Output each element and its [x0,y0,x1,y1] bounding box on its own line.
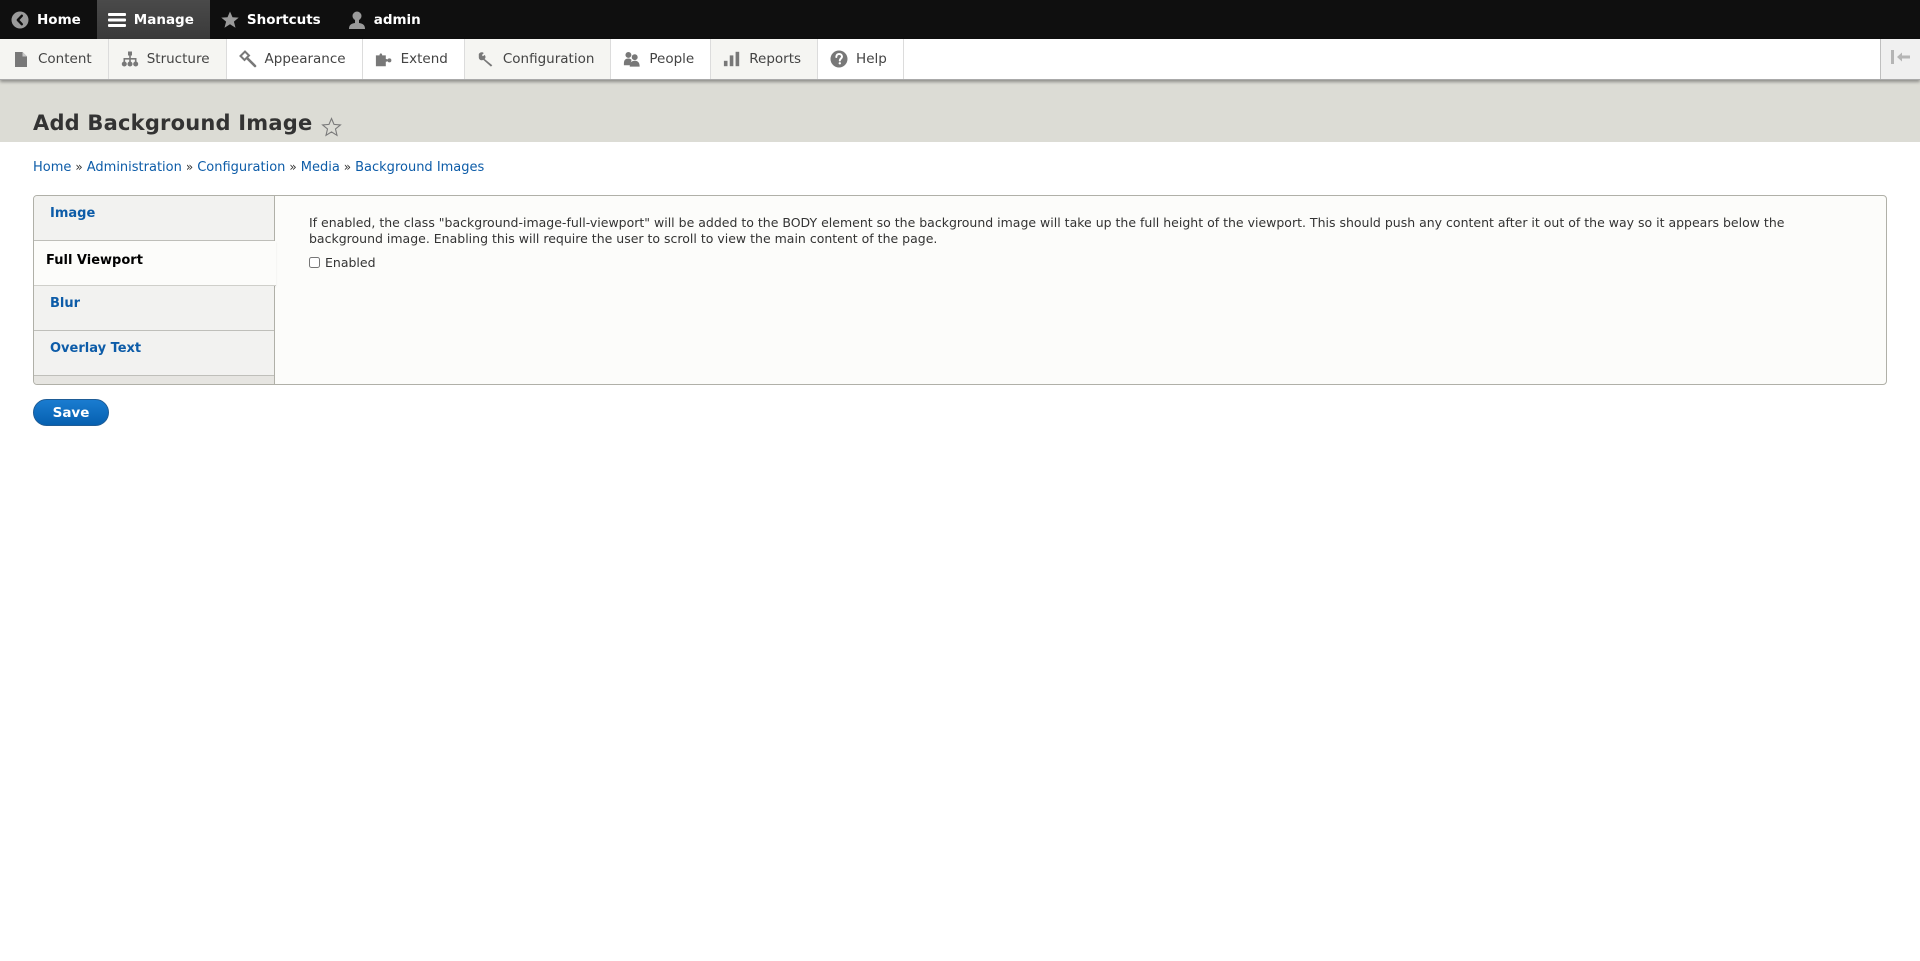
breadcrumb-home[interactable]: Home [33,160,71,175]
tray-item-people[interactable]: People [611,39,712,79]
tray-item-help-label: Help [856,51,887,67]
vertical-tabs: Image Full Viewport Blur Overlay Text If… [33,195,1887,385]
shortcut-star-icon[interactable] [321,117,343,137]
breadcrumb-separator: » [75,160,83,174]
tray-item-extend-label: Extend [400,51,448,67]
hamburger-icon [107,10,127,30]
paintbrush-icon [238,50,257,68]
vertical-tab-blur[interactable]: Blur [34,286,274,331]
tray-item-people-label: People [649,51,695,67]
toolbar-manage-tab[interactable]: Manage [96,0,210,39]
toolbar-shortcuts-tab[interactable]: Shortcuts [210,0,337,39]
tray-item-help[interactable]: Help [818,39,904,79]
form-actions: Save [33,399,1920,426]
tray-item-structure[interactable]: Structure [108,39,227,79]
enabled-checkbox-label: Enabled [325,255,376,270]
toolbar-home-link[interactable]: Home [0,0,97,39]
full-viewport-description: If enabled, the class "background-image-… [309,215,1785,246]
collapse-tray-button[interactable] [1880,39,1920,79]
breadcrumb-separator: » [289,160,297,174]
tray-item-appearance[interactable]: Appearance [227,39,363,79]
tray-item-reports-label: Reports [749,51,802,67]
admin-toolbar: Home Manage Shortcuts admin [0,0,1920,39]
vertical-tab-image[interactable]: Image [34,196,274,241]
puzzle-icon [375,50,393,68]
toolbar-manage-label: Manage [133,11,194,28]
tray-item-structure-label: Structure [146,51,210,67]
breadcrumb-separator: » [185,160,194,174]
help-icon [830,50,848,68]
breadcrumb-configuration[interactable]: Configuration [197,160,285,175]
back-circle-icon [10,10,30,30]
save-button[interactable]: Save [33,399,109,426]
page-header: Add Background Image [0,80,1920,142]
vertical-tab-overlay-text[interactable]: Overlay Text [34,331,274,376]
tray-spacer [904,39,1880,79]
tray-item-extend[interactable]: Extend [363,39,465,79]
vertical-tab-full-viewport[interactable]: Full Viewport [34,241,276,286]
wrench-icon [477,50,495,68]
breadcrumb-media[interactable]: Media [301,160,340,175]
full-viewport-panel: If enabled, the class "background-image-… [275,196,1886,384]
toolbar-home-label: Home [37,11,81,28]
breadcrumb-administration[interactable]: Administration [87,160,182,175]
enabled-checkbox-row[interactable]: Enabled [309,255,1854,270]
star-icon [220,10,240,30]
tray-item-content-label: Content [38,51,92,67]
toolbar-shortcuts-label: Shortcuts [246,11,321,28]
admin-menu-tray: Content Structure Appearance Extend Conf… [0,39,1920,80]
people-icon [623,50,641,68]
breadcrumb-background-images[interactable]: Background Images [355,160,484,175]
collapse-tray-icon [1890,49,1912,69]
enabled-checkbox[interactable] [309,257,320,268]
tray-item-content[interactable]: Content [0,39,109,79]
bar-chart-icon [723,50,741,68]
file-icon [12,50,30,68]
tray-item-configuration-label: Configuration [502,51,595,67]
page-title: Add Background Image [33,111,313,135]
user-icon [347,10,367,30]
breadcrumb: Home» Administration» Configuration» Media»… [0,142,1920,175]
sitemap-icon [121,50,139,68]
breadcrumb-separator: » [343,160,352,174]
tray-item-reports[interactable]: Reports [711,39,819,79]
tray-item-appearance-label: Appearance [264,51,346,67]
tray-item-configuration[interactable]: Configuration [464,39,612,79]
toolbar-user-label: admin [373,11,421,28]
vertical-tabs-list: Image Full Viewport Blur Overlay Text [34,196,276,384]
toolbar-user-tab[interactable]: admin [337,0,437,39]
